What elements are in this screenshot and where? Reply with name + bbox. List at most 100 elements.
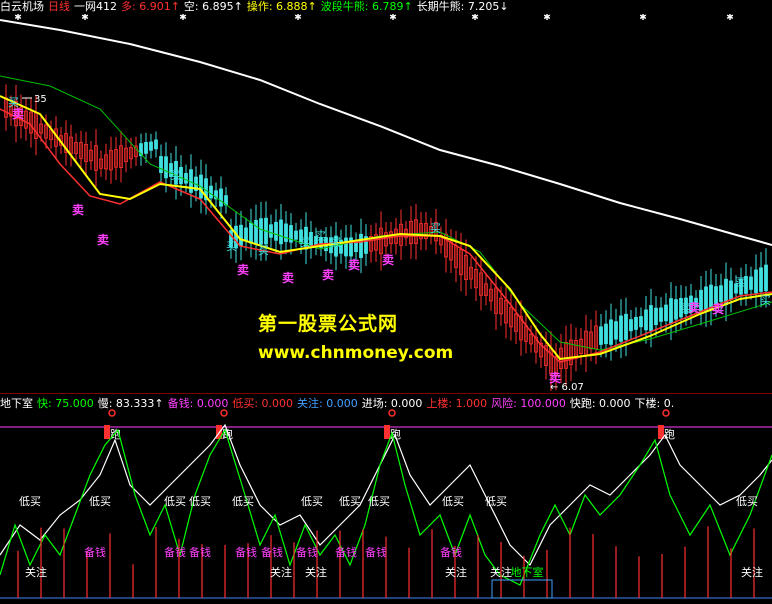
- reserve-cash-label: 备钱: [84, 545, 106, 559]
- star-marker: ✱: [389, 14, 397, 23]
- candle-body: [249, 222, 253, 244]
- reserve-cash-label: 备钱: [335, 545, 357, 559]
- buy-signal: 买: [170, 169, 181, 182]
- high-price-label: 35: [34, 94, 47, 105]
- candle-body: [209, 185, 213, 199]
- sell-signal: 卖: [348, 257, 360, 272]
- candle-body: [599, 326, 603, 345]
- candle-body: [659, 307, 663, 322]
- candle-body: [159, 156, 163, 174]
- low-buy-label: 低买: [301, 495, 323, 508]
- low-buy-label: 低买: [19, 495, 41, 508]
- star-marker: ✱: [81, 14, 89, 23]
- run-marker: [388, 409, 396, 417]
- main-header-item: 操作: 6.888↑: [246, 0, 317, 13]
- long-term-line: [0, 19, 772, 246]
- candle-body: [604, 323, 608, 345]
- panel-divider[interactable]: [0, 393, 772, 394]
- indicator-name[interactable]: 一网412: [74, 0, 117, 13]
- period-label[interactable]: 日线: [48, 0, 70, 13]
- sell-signal: 卖: [72, 202, 84, 217]
- stock-name: 白云机场: [0, 0, 44, 13]
- sub-indicator-panel[interactable]: 跑跑跑跑低买 低买 低买 低买 低买 低买 低买 低买 低买 低买 低买 备钱 备钱 备钱 备钱 备钱 备钱 备钱…: [0, 405, 772, 604]
- reserve-cash-label: 备钱: [440, 545, 462, 559]
- watermark-url: www.chnmoney.com: [258, 343, 454, 363]
- low-buy-label: 低买: [442, 495, 464, 508]
- candle-body: [609, 319, 613, 345]
- main-indicator-header: 白云机场 日线 一网412 多: 6.901↑ 空: 6.895↑ 操作: 6.888↑ 波…: [0, 0, 517, 14]
- reserve-cash-label: 备钱: [296, 545, 318, 559]
- reserve-cash-label: 备钱: [261, 545, 283, 559]
- candle-body: [624, 313, 628, 340]
- candle-body: [354, 241, 358, 252]
- candle-body: [629, 319, 633, 332]
- candle-body: [749, 276, 753, 290]
- watch-label: 关注: [741, 565, 763, 579]
- buy-signal: 买: [315, 230, 326, 243]
- reserve-cash-label: 备钱: [189, 545, 211, 559]
- candle-body: [154, 139, 158, 150]
- candle-body: [704, 286, 708, 312]
- candle-body: [764, 264, 768, 292]
- candle-body: [619, 315, 623, 342]
- candle-body: [294, 230, 298, 240]
- candle-body: [719, 285, 723, 302]
- candle-body: [634, 316, 638, 330]
- watermark-title: 第一股票公式网: [258, 313, 399, 335]
- candle-body: [754, 269, 758, 294]
- main-header-item: 波段牛熊: 6.789↑: [320, 0, 413, 13]
- candle-body: [759, 267, 763, 292]
- run-marker: [662, 409, 670, 417]
- candle-body: [149, 141, 153, 151]
- candle-body: [144, 142, 148, 154]
- buy-signal: 买: [300, 236, 311, 249]
- candle-body: [344, 237, 348, 257]
- sell-signal: 卖: [282, 270, 294, 285]
- buy-signal: 买: [430, 222, 441, 235]
- low-buy-label: 低买: [736, 495, 758, 508]
- main-header-item: 空: 6.895↑: [183, 0, 243, 13]
- basement-label: 地下室: [511, 565, 544, 579]
- candle-body: [644, 309, 648, 331]
- run-label: 跑: [664, 427, 675, 441]
- run-marker: [220, 409, 228, 417]
- low-buy-label: 低买: [339, 495, 361, 508]
- indicator-chart-svg: 跑跑跑跑低买 低买 低买 低买 低买 低买 低买 低买 低买 低买 低买备钱 备钱 备钱 备钱 备钱 备钱 备钱…: [0, 409, 772, 599]
- candle-body: [184, 173, 188, 184]
- buy-signal: 买: [226, 240, 237, 253]
- run-marker: [108, 409, 116, 417]
- candle-body: [649, 305, 653, 332]
- candle-body: [284, 223, 288, 242]
- star-marker: ✱: [179, 14, 187, 23]
- watch-label: 关注: [270, 565, 292, 579]
- reserve-cash-label: 备钱: [365, 545, 387, 559]
- candle-body: [274, 221, 278, 241]
- star-marker: ✱: [543, 14, 551, 23]
- sell-signal: 卖: [712, 301, 724, 316]
- star-marker: ✱: [639, 14, 647, 23]
- watch-label: 关注: [445, 565, 467, 579]
- buy-signal: 买: [680, 302, 691, 315]
- star-marker: ✱: [471, 14, 479, 23]
- buy-signal: 买: [8, 96, 19, 109]
- candle-body: [269, 224, 273, 238]
- sell-signal: 卖: [382, 252, 394, 267]
- sell-signal: 卖: [322, 267, 334, 282]
- low-buy-label: 低买: [164, 495, 186, 508]
- candle-body: [219, 188, 223, 207]
- sell-signal: 卖: [237, 262, 249, 277]
- candle-body: [244, 227, 248, 241]
- buy-signal: 买: [735, 276, 746, 289]
- low-buy-label: 低买: [189, 495, 211, 508]
- main-header-item: 长期牛熊: 7.205↓: [416, 0, 509, 13]
- low-buy-label: 低买: [485, 495, 507, 508]
- buy-signal: 买: [258, 244, 269, 257]
- candle-body: [239, 224, 243, 247]
- candle-body: [359, 233, 363, 258]
- candle-body: [279, 219, 283, 245]
- reserve-cash-label: 备钱: [235, 545, 257, 559]
- low-buy-label: 低买: [232, 495, 254, 508]
- watch-label: 关注: [25, 565, 47, 579]
- candle-body: [259, 218, 263, 245]
- main-header-item: 多: 6.901↑: [121, 0, 180, 13]
